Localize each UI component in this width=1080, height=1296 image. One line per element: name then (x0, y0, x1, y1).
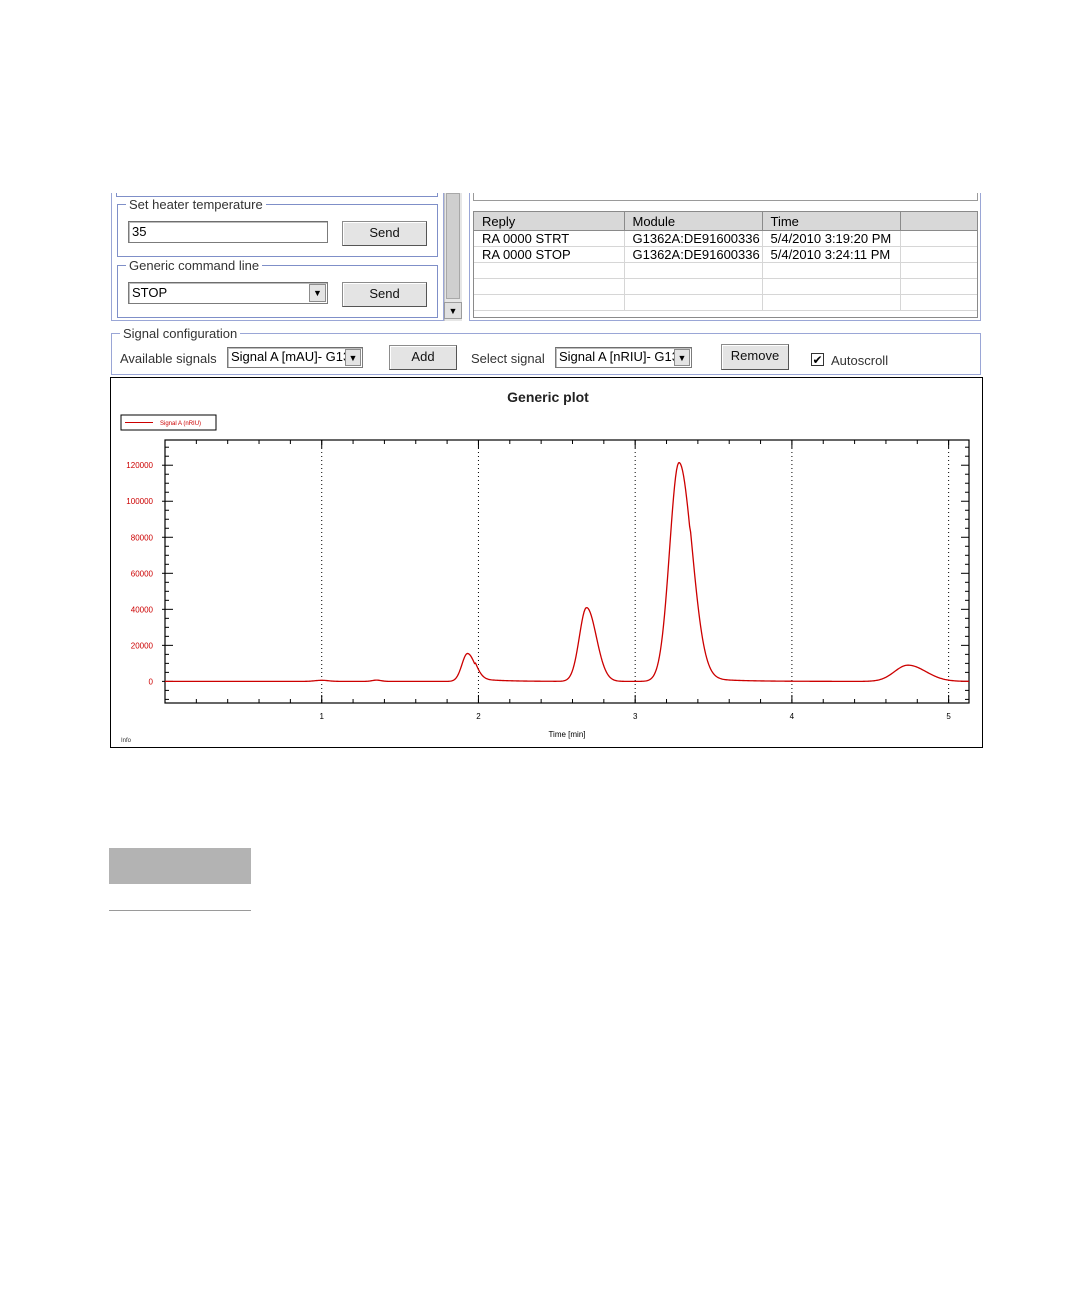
scrollbar-thumb[interactable] (446, 193, 460, 299)
time-cell: 5/4/2010 3:19:20 PM (762, 230, 901, 247)
column-header-reply[interactable]: Reply (474, 212, 625, 231)
plot-area-border (164, 439, 970, 704)
module-cell: G1362A:DE91600336 (624, 230, 763, 247)
x-tick-label: 2 (476, 712, 481, 721)
available-signals-label: Available signals (120, 351, 217, 366)
collapsed-field-edge (473, 193, 978, 201)
table-row[interactable]: RA 0000 STOP G1362A:DE91600336 5/4/2010 … (474, 246, 977, 263)
select-signal-select[interactable]: Signal A [nRIU]- G13 (555, 347, 692, 368)
available-signals-select[interactable]: Signal A [mAU]- G13 (227, 347, 363, 368)
series-line-signal-a (165, 461, 970, 683)
autoscroll-label: Autoscroll (831, 353, 889, 368)
table-row-empty (474, 294, 977, 311)
autoscroll-checkbox[interactable]: ✔ (811, 353, 824, 366)
y-tick-label: 20000 (131, 641, 154, 650)
chevron-down-icon[interactable]: ▼ (674, 349, 690, 366)
y-tick-label: 60000 (131, 569, 154, 578)
x-tick-label: 4 (790, 712, 795, 721)
command-group-label: Generic command line (126, 259, 263, 273)
empty-cell (900, 246, 977, 263)
time-cell: 5/4/2010 3:24:11 PM (762, 246, 901, 263)
table-header-row: Reply Module Time (474, 212, 977, 231)
divider (109, 910, 251, 911)
chart-svg: Generic plot Signal A (nRIU) 1 2 3 4 5 0 20000 40… (120, 389, 970, 744)
plot-panel: Generic plot Signal A (nRIU) 1 2 3 4 5 0 20000 40… (110, 377, 983, 748)
check-icon: ✔ (812, 353, 823, 367)
chevron-down-icon[interactable]: ▼ (345, 349, 361, 366)
info-label: Info (121, 738, 132, 744)
command-input[interactable]: STOP (128, 282, 328, 304)
available-signals-value: Signal A [mAU]- G13 (231, 349, 351, 364)
reply-table[interactable]: Reply Module Time RA 0000 STRT G1362A:DE… (473, 211, 978, 318)
select-signal-value: Signal A [nRIU]- G13 (559, 349, 679, 364)
reply-cell: RA 0000 STOP (474, 246, 625, 263)
x-tick-label: 5 (946, 712, 951, 721)
column-header-empty (900, 212, 977, 231)
remove-signal-button[interactable]: Remove (721, 344, 789, 370)
y-tick-label: 40000 (131, 605, 154, 614)
column-header-module[interactable]: Module (624, 212, 763, 231)
chevron-down-icon[interactable]: ▼ (309, 284, 326, 302)
y-tick-label: 80000 (131, 533, 154, 542)
chart-title: Generic plot (507, 389, 589, 405)
reply-cell: RA 0000 STRT (474, 230, 625, 247)
gray-block (109, 848, 251, 884)
table-row[interactable]: RA 0000 STRT G1362A:DE91600336 5/4/2010 … (474, 230, 977, 247)
y-tick-label: 120000 (126, 461, 153, 470)
add-signal-button[interactable]: Add (389, 345, 457, 370)
empty-cell (900, 230, 977, 247)
heater-group-label: Set heater temperature (126, 198, 266, 212)
table-row-empty (474, 278, 977, 295)
select-signal-label: Select signal (471, 351, 545, 366)
heater-temperature-input[interactable]: 35 (128, 221, 328, 243)
x-tick-label: 3 (633, 712, 638, 721)
heater-send-button[interactable]: Send (342, 221, 427, 246)
x-tick-label: 1 (319, 712, 324, 721)
command-send-button[interactable]: Send (342, 282, 427, 307)
scroll-down-icon[interactable]: ▼ (444, 302, 462, 319)
column-header-time[interactable]: Time (762, 212, 901, 231)
legend-label: Signal A (nRIU) (160, 421, 201, 427)
x-axis-label: Time [min] (548, 730, 585, 739)
module-cell: G1362A:DE91600336 (624, 246, 763, 263)
table-row-empty (474, 262, 977, 279)
y-tick-label: 0 (149, 677, 154, 686)
y-tick-label: 100000 (126, 497, 153, 506)
signal-config-label: Signal configuration (120, 327, 241, 341)
reply-grid: Reply Module Time RA 0000 STRT G1362A:DE… (474, 212, 977, 311)
